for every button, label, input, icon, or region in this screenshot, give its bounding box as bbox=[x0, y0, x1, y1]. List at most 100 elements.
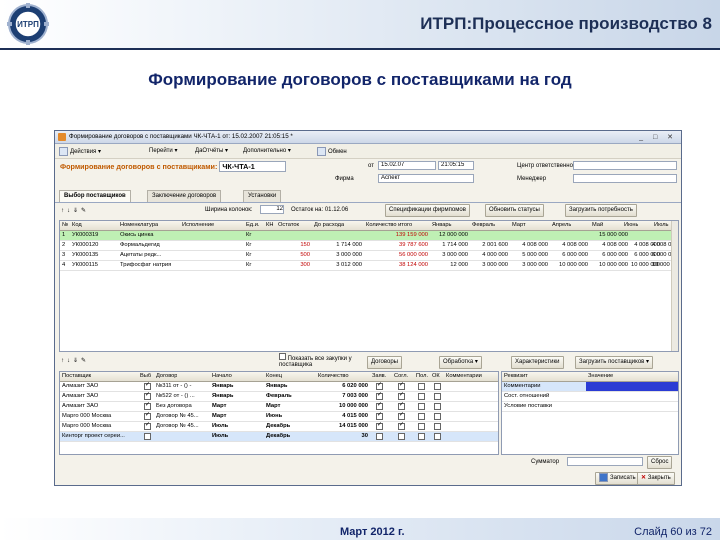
table-row[interactable]: 4 УК000115 Трифосфат натрия Кг 300 3 012 000 3… bbox=[60, 261, 678, 271]
checkbox-chk[interactable] bbox=[144, 381, 151, 390]
reset-button[interactable]: Сброс bbox=[647, 456, 673, 469]
checkbox-d[interactable] bbox=[434, 433, 441, 440]
checkbox-d[interactable] bbox=[434, 413, 441, 420]
menu-exchange[interactable]: Обмен bbox=[317, 147, 347, 156]
window-controls[interactable]: _ □ ✕ bbox=[639, 133, 677, 141]
col-n[interactable]: № bbox=[62, 222, 68, 228]
col-name[interactable]: Номенклатура bbox=[120, 222, 158, 228]
checkbox-a[interactable] bbox=[376, 401, 383, 410]
load-suppliers-button[interactable]: Загрузить поставщиков ▾ bbox=[575, 356, 654, 369]
col-contract[interactable]: Договор bbox=[156, 373, 177, 379]
checkbox-a[interactable] bbox=[376, 411, 383, 420]
col-jun[interactable]: Июнь bbox=[624, 222, 638, 228]
col-select[interactable]: Выб bbox=[140, 373, 151, 379]
col-rest[interactable]: Остаток bbox=[278, 222, 299, 228]
checkbox-d[interactable] bbox=[434, 423, 441, 430]
checkbox-a[interactable] bbox=[376, 391, 383, 400]
manager-field[interactable] bbox=[573, 174, 677, 183]
col-kn[interactable]: КН bbox=[266, 222, 273, 228]
col-end[interactable]: Конец bbox=[266, 373, 282, 379]
col-value[interactable]: Значение bbox=[588, 373, 613, 379]
checkbox-chk[interactable] bbox=[144, 421, 151, 430]
checkbox-d[interactable] bbox=[434, 393, 441, 400]
refresh-status-button[interactable]: Обновить статусы bbox=[485, 204, 544, 217]
table-row[interactable]: Кинторг проект сереи... Июль Декабрь 30 bbox=[60, 432, 498, 442]
sum-field[interactable] bbox=[567, 457, 643, 466]
menu-actions[interactable]: Действия ▾ bbox=[59, 147, 101, 156]
col-comments[interactable]: Комментарии bbox=[446, 373, 482, 379]
attribute-row[interactable]: Условие поставки bbox=[502, 402, 678, 412]
checkbox-d[interactable] bbox=[434, 403, 441, 410]
col-total[interactable]: Количество итого bbox=[366, 222, 412, 228]
checkbox-c[interactable] bbox=[418, 383, 425, 390]
load-demand-button[interactable]: Загрузить потребность bbox=[565, 204, 637, 217]
checkbox-b[interactable] bbox=[398, 381, 405, 390]
checkbox-b[interactable] bbox=[398, 411, 405, 420]
checkbox-a[interactable] bbox=[376, 421, 383, 430]
items-grid-scrollbar[interactable] bbox=[671, 221, 678, 351]
attribute-row-selected[interactable]: Комментарии bbox=[502, 382, 678, 392]
col-received[interactable]: Пол. bbox=[416, 373, 428, 379]
col-unit[interactable]: Ед.и. bbox=[246, 222, 259, 228]
menu-reports[interactable]: ДаОтчёты ▾ bbox=[195, 147, 228, 154]
table-row[interactable]: 3 УК000135 Ацетаты редк... Кг 500 3 000 000 56… bbox=[60, 251, 678, 261]
time-field[interactable]: 21:05:15 bbox=[438, 161, 474, 170]
col-code[interactable]: Код bbox=[72, 222, 82, 228]
firm-field[interactable]: Аспект bbox=[378, 174, 474, 183]
col-mar[interactable]: Март bbox=[512, 222, 526, 228]
checkbox-b[interactable] bbox=[398, 421, 405, 430]
checkbox-a[interactable] bbox=[376, 381, 383, 390]
table-row[interactable]: 1 УК000319 Окись цинка Кг 139 159 000 12 000 … bbox=[60, 231, 678, 241]
checkbox-c[interactable] bbox=[418, 403, 425, 410]
center-field[interactable] bbox=[573, 161, 677, 170]
col-start[interactable]: Начало bbox=[212, 373, 232, 379]
checkbox-c[interactable] bbox=[418, 423, 425, 430]
width-field[interactable]: 12 bbox=[260, 205, 284, 214]
col-qty[interactable]: Количество bbox=[318, 373, 349, 379]
checkbox-b[interactable] bbox=[398, 391, 405, 400]
checkbox-a[interactable] bbox=[376, 433, 383, 440]
table-row[interactable]: 2 УК000120 Формальдегид Кг 150 1 714 000 39 78… bbox=[60, 241, 678, 251]
date-field[interactable]: 15.02.07 bbox=[378, 161, 436, 170]
col-supplier[interactable]: Поставщик bbox=[62, 373, 91, 379]
table-row[interactable]: Алмазит ЗАО №522 от - () ... Январь Февраль… bbox=[60, 391, 498, 402]
tab-contracts[interactable]: Заключение договоров bbox=[147, 190, 222, 202]
contracts-button[interactable]: Договоры bbox=[367, 356, 402, 369]
checkbox-c[interactable] bbox=[418, 433, 425, 440]
col-may[interactable]: Май bbox=[592, 222, 603, 228]
spec-button[interactable]: Спецификации фирмпомов bbox=[385, 204, 470, 217]
table-row[interactable]: Алмазит ЗАО Без договора Март Март 10 000 00… bbox=[60, 401, 498, 412]
col-exec[interactable]: Исполнение bbox=[182, 222, 214, 228]
col-attribute[interactable]: Реквизит bbox=[504, 373, 528, 379]
checkbox-chk[interactable] bbox=[144, 391, 151, 400]
checkbox-chk[interactable] bbox=[144, 411, 151, 420]
col-apr[interactable]: Апрель bbox=[552, 222, 571, 228]
characteristics-button[interactable]: Характеристики bbox=[511, 356, 564, 369]
col-ok[interactable]: ОК bbox=[432, 373, 440, 379]
col-jul[interactable]: Июль bbox=[654, 222, 669, 228]
col-request[interactable]: Заяв. bbox=[372, 373, 386, 379]
checkbox-d[interactable] bbox=[434, 383, 441, 390]
checkbox-chk[interactable] bbox=[144, 433, 151, 440]
close-button[interactable]: ✕ Закрыть bbox=[637, 472, 675, 485]
table-row[interactable]: Алмазит ЗАО №311 от - () - Январь Январь 6 0… bbox=[60, 381, 498, 392]
col-dorash[interactable]: До расхода bbox=[314, 222, 344, 228]
tab-settings[interactable]: Установки bbox=[243, 190, 282, 202]
col-feb[interactable]: Февраль bbox=[472, 222, 495, 228]
checkbox-c[interactable] bbox=[418, 393, 425, 400]
checkbox-chk[interactable] bbox=[144, 401, 151, 410]
col-agree[interactable]: Согл. bbox=[394, 373, 408, 379]
save-button[interactable]: Записать bbox=[595, 472, 640, 485]
table-row[interactable]: Марго 000 Москва Договор № 45... Июль Декаб… bbox=[60, 421, 498, 432]
tab-supplier-choice[interactable]: Выбор поставщиков bbox=[59, 190, 131, 202]
col-jan[interactable]: Январь bbox=[432, 222, 452, 228]
attribute-row[interactable]: Сост. отношений bbox=[502, 392, 678, 402]
supplier-move-icon[interactable]: ↑↓⇓✎ bbox=[61, 357, 89, 364]
menu-goto[interactable]: Перейти ▾ bbox=[149, 147, 177, 154]
table-row[interactable]: Марго 000 Москва Договор № 45... Март Июнь 4… bbox=[60, 411, 498, 422]
selected-value-cell[interactable] bbox=[586, 382, 678, 391]
move-arrows-icon[interactable]: ↑↓⇓✎ bbox=[61, 207, 89, 214]
menu-additional[interactable]: Дополнительно ▾ bbox=[243, 147, 291, 154]
checkbox-c[interactable] bbox=[418, 413, 425, 420]
checkbox-b[interactable] bbox=[398, 401, 405, 410]
